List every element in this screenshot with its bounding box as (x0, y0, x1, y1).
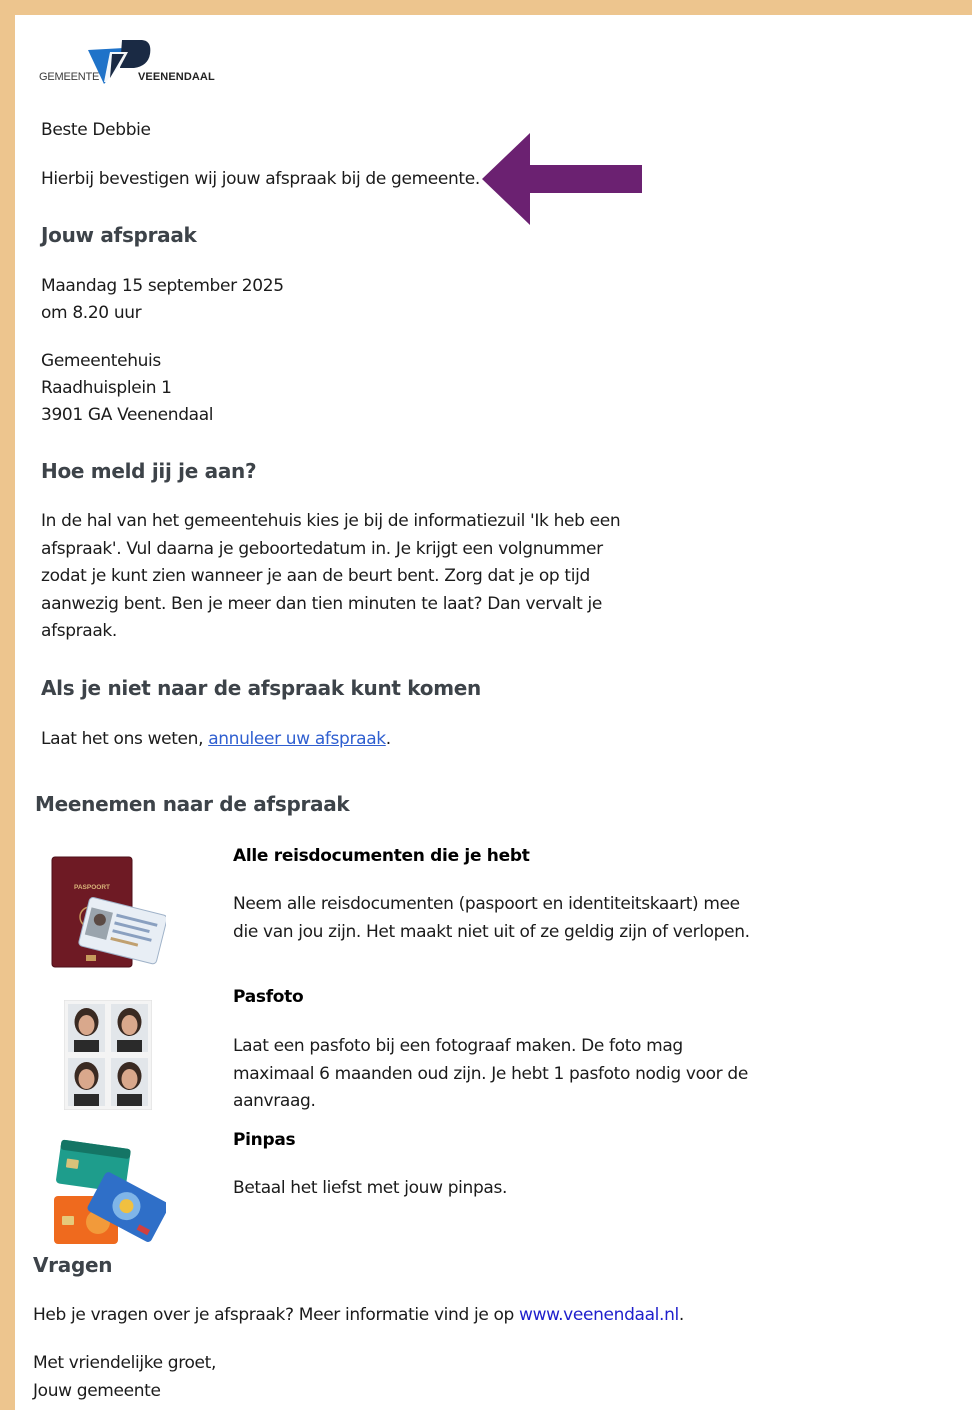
checkin-line: aanwezig bent. Ben je meer dan tien minu… (41, 593, 602, 614)
intro-text: Hierbij bevestigen wij jouw afspraak bij… (41, 169, 480, 189)
location-city: 3901 GA Veenendaal (41, 405, 214, 425)
left-arrow-icon (482, 133, 642, 225)
passport-label: PASPOORT (74, 884, 110, 891)
item-photo-title: Pasfoto (233, 987, 304, 1007)
passport-photos-image (64, 1000, 152, 1110)
logo-prefix: GEMEENTE (39, 71, 100, 83)
greeting: Beste Debbie (41, 120, 151, 140)
item-line: aanvraag. (233, 1091, 316, 1111)
logo-name: VEENENDAAL (138, 71, 215, 83)
passport-image: PASPOORT (51, 856, 166, 968)
item-travel-documents-text: Neem alle reisdocumenten (paspoort en id… (233, 891, 750, 946)
municipality-logo: GEMEENTE VEENENDAAL (38, 38, 238, 88)
closing-greeting: Met vriendelijke groet, (33, 1353, 217, 1373)
window-frame-left (0, 0, 15, 1410)
appointment-heading: Jouw afspraak (41, 223, 197, 247)
checkin-line: zodat je kunt zien wanneer je aan de beu… (41, 566, 590, 586)
appointment-time: om 8.20 uur (41, 303, 142, 323)
website-link[interactable]: www.veenendaal.nl (519, 1305, 679, 1325)
item-photo-text: Laat een pasfoto bij een fotograaf maken… (233, 1033, 748, 1116)
checkin-line: In de hal van het gemeentehuis kies je b… (41, 511, 621, 531)
window-frame-top (0, 0, 972, 15)
checkin-paragraph: In de hal van het gemeentehuis kies je b… (41, 508, 621, 646)
item-card-title: Pinpas (233, 1130, 296, 1150)
checkin-heading: Hoe meld jij je aan? (41, 459, 257, 483)
bring-heading: Meenemen naar de afspraak (35, 792, 350, 816)
item-line: die van jou zijn. Het maakt niet uit of … (233, 921, 750, 942)
item-travel-documents-title: Alle reisdocumenten die je hebt (233, 846, 530, 866)
cancel-text: Laat het ons weten, annuleer uw afspraak… (41, 729, 391, 749)
checkin-line: afspraak'. Vul daarna je geboortedatum i… (41, 538, 603, 559)
questions-text: Heb je vragen over je afspraak? Meer inf… (33, 1305, 684, 1325)
item-line: Neem alle reisdocumenten (paspoort en id… (233, 894, 740, 914)
appointment-date: Maandag 15 september 2025 (41, 276, 284, 296)
bank-cards-image (54, 1139, 166, 1244)
item-line: Laat een pasfoto bij een fotograaf maken… (233, 1036, 683, 1056)
cancel-text-before: Laat het ons weten, (41, 729, 209, 749)
location-building: Gemeentehuis (41, 351, 161, 371)
cancel-text-after: . (385, 729, 391, 749)
questions-heading: Vragen (33, 1253, 113, 1277)
cancel-heading: Als je niet naar de afspraak kunt komen (41, 676, 481, 700)
closing-signature: Jouw gemeente (33, 1381, 161, 1401)
location-street: Raadhuisplein 1 (41, 378, 172, 398)
item-line: maximaal 6 maanden oud zijn. Je hebt 1 p… (233, 1063, 748, 1084)
checkin-line: afspraak. (41, 621, 117, 641)
questions-text-before: Heb je vragen over je afspraak? Meer inf… (33, 1305, 520, 1325)
cancel-appointment-link[interactable]: annuleer uw afspraak (208, 729, 386, 749)
item-card-text: Betaal het liefst met jouw pinpas. (233, 1178, 508, 1198)
questions-text-after: . (678, 1305, 684, 1325)
